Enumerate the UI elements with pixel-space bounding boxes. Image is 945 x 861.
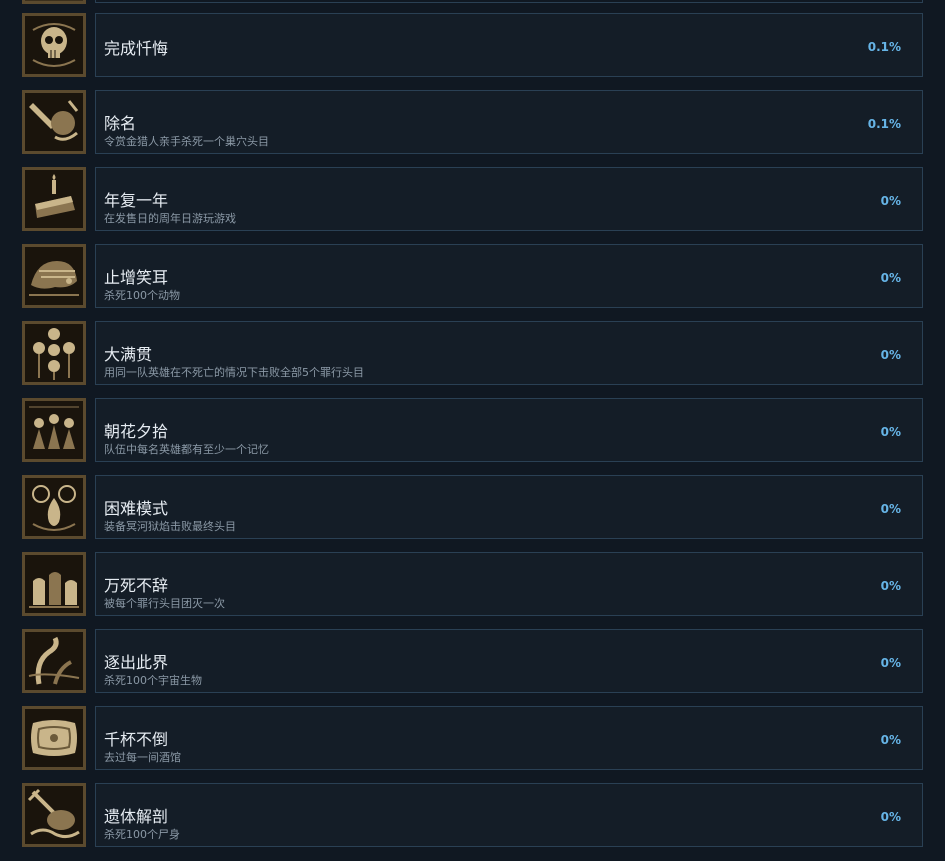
unlock-percentage: 0%: [880, 271, 901, 285]
achievement-card[interactable]: 除名令赏金猎人亲手杀死一个巢穴头目 0.1%: [95, 90, 923, 154]
achievement-card[interactable]: 完成忏悔 0.1%: [95, 13, 923, 77]
achievement-row[interactable]: 止增笑耳杀死100个动物 0%: [0, 244, 945, 310]
achievement-title: 完成忏悔: [104, 39, 169, 58]
unlock-percentage: 0.1%: [867, 40, 901, 54]
achievement-title: 除名: [104, 114, 137, 133]
achievement-title: 大满贯: [104, 345, 153, 364]
achievement-description: 队伍中每名英雄都有至少一个记忆: [104, 443, 269, 456]
graveyard-icon: [22, 552, 86, 616]
skull-icon: [22, 13, 86, 77]
unlock-percentage: 0%: [880, 733, 901, 747]
achievement-row[interactable]: 完成忏悔 0.1%: [0, 13, 945, 79]
achievement-card[interactable]: 逐出此界杀死100个宇宙生物 0%: [95, 629, 923, 693]
five-emblems-icon: [22, 321, 86, 385]
achievement-title: 万死不辞: [104, 576, 169, 595]
achievement-title: 逐出此界: [104, 653, 169, 672]
achievement-card[interactable]: 遗体解剖杀死100个尸身 0%: [95, 783, 923, 847]
achievement-row[interactable]: 年复一年在发售日的周年日游玩游戏 0%: [0, 167, 945, 233]
unlock-percentage: 0%: [880, 656, 901, 670]
achievement-title: 年复一年: [104, 191, 169, 210]
achievement-description: 令赏金猎人亲手杀死一个巢穴头目: [104, 135, 269, 148]
achievement-card[interactable]: 大满贯用同一队英雄在不死亡的情况下击败全部5个罪行头目 0%: [95, 321, 923, 385]
achievement-card[interactable]: 止增笑耳杀死100个动物 0%: [95, 244, 923, 308]
bounty-hunter-icon: [22, 90, 86, 154]
beast-icon: [22, 244, 86, 308]
achievement-title: 止增笑耳: [104, 268, 169, 287]
achievement-description: 杀死100个动物: [104, 289, 180, 302]
unlock-percentage: 0%: [880, 810, 901, 824]
achievement-card[interactable]: 朝花夕拾队伍中每名英雄都有至少一个记忆 0%: [95, 398, 923, 462]
unlock-percentage: 0.1%: [867, 117, 901, 131]
achievement-row[interactable]: 朝花夕拾队伍中每名英雄都有至少一个记忆 0%: [0, 398, 945, 464]
unlock-percentage: 0%: [880, 579, 901, 593]
achievement-title: 遗体解剖: [104, 807, 169, 826]
previous-row-edge: [0, 0, 945, 6]
achievement-description: 杀死100个宇宙生物: [104, 674, 202, 687]
pillow-icon: [22, 706, 86, 770]
unlock-percentage: 0%: [880, 348, 901, 362]
achievement-card[interactable]: 年复一年在发售日的周年日游玩游戏 0%: [95, 167, 923, 231]
achievement-title: 千杯不倒: [104, 730, 169, 749]
achievement-description: 杀死100个尸身: [104, 828, 180, 841]
achievement-description: 被每个罪行头目团灭一次: [104, 597, 225, 610]
achievement-title: 朝花夕拾: [104, 422, 169, 441]
achievement-description: 去过每一间酒馆: [104, 751, 181, 764]
unlock-percentage: 0%: [880, 425, 901, 439]
achievement-row[interactable]: 大满贯用同一队英雄在不死亡的情况下击败全部5个罪行头目 0%: [0, 321, 945, 387]
achievement-row[interactable]: 除名令赏金猎人亲手杀死一个巢穴头目 0.1%: [0, 90, 945, 156]
achievement-row[interactable]: 千杯不倒去过每一间酒馆 0%: [0, 706, 945, 772]
achievement-description: 在发售日的周年日游玩游戏: [104, 212, 236, 225]
achievement-card[interactable]: 万死不辞被每个罪行头目团灭一次 0%: [95, 552, 923, 616]
cake-candle-icon: [22, 167, 86, 231]
achievement-title: 困难模式: [104, 499, 169, 518]
achievement-row[interactable]: 万死不辞被每个罪行头目团灭一次 0%: [0, 552, 945, 618]
unlock-percentage: 0%: [880, 502, 901, 516]
achievement-row[interactable]: 逐出此界杀死100个宇宙生物 0%: [0, 629, 945, 695]
achievement-description: 用同一队英雄在不死亡的情况下击败全部5个罪行头目: [104, 366, 364, 379]
achievement-card[interactable]: 困难模式装备冥河狱焰击败最终头目 0%: [95, 475, 923, 539]
previous-icon-edge: [22, 0, 86, 4]
achievement-list: 完成忏悔 0.1% 除名令赏金猎人亲手杀死一个巢穴头目 0.1% 年复一年在发售日的周年…: [0, 0, 945, 861]
hellfire-icon: [22, 475, 86, 539]
heroes-group-icon: [22, 398, 86, 462]
achievement-card[interactable]: 千杯不倒去过每一间酒馆 0%: [95, 706, 923, 770]
achievement-description: 装备冥河狱焰击败最终头目: [104, 520, 236, 533]
tentacle-icon: [22, 629, 86, 693]
achievement-row[interactable]: 困难模式装备冥河狱焰击败最终头目 0%: [0, 475, 945, 541]
previous-card-edge: [95, 0, 923, 3]
corpse-sword-icon: [22, 783, 86, 847]
unlock-percentage: 0%: [880, 194, 901, 208]
achievement-row[interactable]: 遗体解剖杀死100个尸身 0%: [0, 783, 945, 849]
